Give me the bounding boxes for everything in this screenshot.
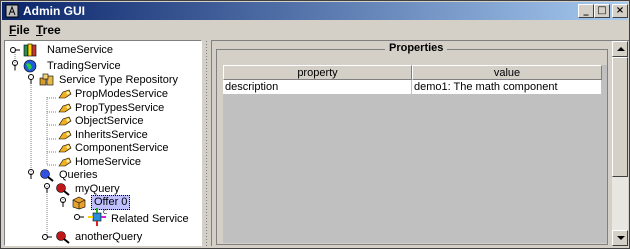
menu-tree-label: ree xyxy=(42,23,61,37)
vertical-scrollbar[interactable] xyxy=(612,41,628,246)
column-header-value[interactable]: value xyxy=(412,65,602,80)
key-icon xyxy=(58,116,72,126)
tree-node-label: NameService xyxy=(47,44,114,56)
divider-grip xyxy=(205,40,208,246)
title-bar[interactable]: Admin GUI _ □ × xyxy=(2,2,628,20)
scroll-thumb[interactable] xyxy=(612,57,628,177)
tree-node-label: Queries xyxy=(59,169,98,181)
box-icon xyxy=(72,196,86,210)
magnifier-icon xyxy=(56,231,70,244)
properties-group: Properties property value description de… xyxy=(216,42,608,245)
key-icon xyxy=(58,103,72,113)
component-icon: C xyxy=(88,208,107,226)
arrow-down-icon xyxy=(617,236,625,240)
tree-node-label: ObjectService xyxy=(75,115,144,127)
scroll-up-button[interactable] xyxy=(612,41,628,57)
properties-table[interactable]: property value description demo1: The ma… xyxy=(223,65,607,243)
tree-node-label: myQuery xyxy=(75,183,120,195)
menu-tree[interactable]: Tree xyxy=(36,23,61,37)
window-title: Admin GUI xyxy=(23,4,85,18)
tree-node-label: HomeService xyxy=(75,156,142,168)
tree-node-label: PropTypesService xyxy=(75,102,165,114)
menu-file[interactable]: File xyxy=(9,23,30,37)
tree-node-label: Service Type Repository xyxy=(59,74,179,86)
table-cell-property[interactable]: description xyxy=(223,80,412,95)
tree-node-label: PropModesService xyxy=(75,88,168,100)
magnifier-icon xyxy=(56,183,70,196)
column-header-property[interactable]: property xyxy=(223,65,412,80)
expanded-handle-icon[interactable] xyxy=(25,168,37,182)
cubes-icon xyxy=(39,73,54,86)
expanded-handle-icon[interactable] xyxy=(25,73,37,87)
key-icon xyxy=(58,157,72,167)
key-icon xyxy=(58,143,72,153)
collapsed-handle-icon[interactable] xyxy=(9,43,21,57)
properties-pane: Properties property value description de… xyxy=(211,40,629,246)
globe-icon xyxy=(23,59,37,73)
split-pane-divider[interactable] xyxy=(203,40,210,246)
tree-node-label: anotherQuery xyxy=(75,231,143,243)
maximize-button[interactable]: □ xyxy=(594,4,610,18)
table-cell-value[interactable]: demo1: The math component xyxy=(412,80,602,95)
key-icon xyxy=(58,130,72,140)
key-icon xyxy=(58,89,72,99)
menu-file-label: ile xyxy=(16,23,30,37)
tree-node-label: Related Service xyxy=(111,213,189,225)
collapsed-handle-icon[interactable] xyxy=(73,210,85,224)
expanded-handle-icon[interactable] xyxy=(41,182,53,196)
app-icon xyxy=(5,4,19,18)
scroll-down-button[interactable] xyxy=(612,230,628,246)
app-window: Admin GUI _ □ × File Tree NameService Tr… xyxy=(0,0,630,249)
properties-title: Properties xyxy=(385,42,448,54)
expanded-handle-icon[interactable] xyxy=(57,196,69,210)
tree-node-label: ComponentService xyxy=(75,142,169,154)
menu-bar: File Tree xyxy=(2,21,628,39)
collapsed-handle-icon[interactable] xyxy=(41,230,53,244)
books-icon xyxy=(23,43,37,57)
service-tree[interactable]: NameService TradingService Service Type … xyxy=(4,40,202,246)
arrow-up-icon xyxy=(617,47,625,51)
svg-text:C: C xyxy=(103,209,107,216)
magnifier-icon xyxy=(40,169,54,182)
close-button[interactable]: × xyxy=(612,4,628,18)
minimize-button[interactable]: _ xyxy=(578,4,594,18)
expanded-handle-icon[interactable] xyxy=(9,59,21,73)
menu-tree-mnemonic: T xyxy=(36,23,43,37)
tree-node-label: TradingService xyxy=(47,60,121,72)
tree-node-label: InheritsService xyxy=(75,129,148,141)
